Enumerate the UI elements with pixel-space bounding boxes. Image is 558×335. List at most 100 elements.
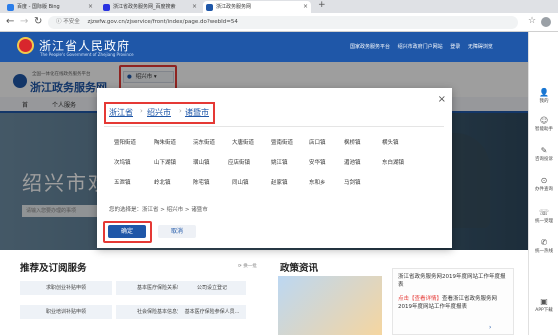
street-option[interactable]: 大唐街道 [232,138,254,146]
sidebar-item-label: 智能助手 [535,127,553,132]
confirm-button[interactable]: 确定 [108,225,146,238]
street-option[interactable]: 暨南街道 [271,138,293,146]
forward-arrow-icon[interactable]: → [20,15,28,29]
news-item[interactable]: 点击【查看详情】查看浙江省政务服务网2019年度网站工作年度报表 [398,295,510,311]
street-option[interactable]: 浣东街道 [193,138,215,146]
header-links: 国家政务服务平台 绍兴市政府门户网站 登录 无障碍浏览 [350,43,499,50]
street-option[interactable]: 五泄镇 [114,178,131,186]
tab-close-icon[interactable]: × [88,1,93,13]
news-detail-link[interactable]: 点击【查看详情】 [398,296,442,302]
profile-avatar[interactable] [541,17,551,27]
cancel-button[interactable]: 取消 [158,225,196,238]
reload-icon[interactable]: ↻ [34,15,42,29]
policy-news-image[interactable] [278,276,382,335]
lower-content: 推荐及订阅服务 ⟳ 换一批 求职创业补贴申领 基本医疗保险关系转移 公司设立登记… [0,250,528,335]
url-text: zjzwfw.gov.cn/zjservice/front/index/page… [87,19,238,25]
street-option[interactable]: 枫桥镇 [344,138,361,146]
street-option[interactable]: 横头镇 [382,138,399,146]
link-shaoxing-portal[interactable]: 绍兴市政府门户网站 [398,44,443,50]
qr-code-icon: ▣ [540,297,548,306]
street-option[interactable]: 马剑镇 [344,178,361,186]
sidebar-item-label: 统一受理 [535,219,553,224]
new-tab-button[interactable]: + [318,0,326,10]
tab-label: 浙江省政务服务网_百度搜索 [113,4,176,10]
sidebar-item-accept[interactable]: ☏ 统一受理 [529,208,558,224]
tab-close-icon[interactable]: × [192,1,197,13]
tab-label: 浙江政务服务网 [216,4,252,10]
link-accessibility[interactable]: 无障碍浏览 [468,44,493,50]
sidebar-item-complaint[interactable]: ✎ 咨询投诉 [529,146,558,162]
breadcrumb-city[interactable]: 绍兴市 [147,107,171,118]
site-header: 浙江省人民政府 The People's Government of Zheji… [0,32,528,62]
policy-section-title: 政策资讯 [280,263,319,274]
street-option[interactable]: 陶朱街道 [154,138,176,146]
street-option[interactable]: 赵家镇 [271,178,288,186]
street-option[interactable]: 璜山镇 [193,158,210,166]
tab-label: 百度 - 国际版 Bing [17,4,60,10]
selection-summary: 您的选择是：浙江省 > 绍兴市 > 诸暨市 [109,207,208,213]
breadcrumb-province[interactable]: 浙江省 [109,107,133,118]
street-option[interactable]: 同山镇 [232,178,249,186]
sidebar-item-hotline[interactable]: ✆ 统一热线 [529,238,558,254]
sidebar-item-query[interactable]: ⊙ 办件查询 [529,176,558,192]
right-sidebar: 👤 我的 ☺ 智能助手 ✎ 咨询投诉 ⊙ 办件查询 ☏ 统一受理 ✆ 统一热线 ▣ APP下载 [528,32,558,335]
link-login[interactable]: 登录 [450,44,460,50]
service-item[interactable]: 基本医疗保险参保人员... [178,305,246,319]
zjzwfw-favicon-icon [206,4,213,11]
close-icon[interactable]: × [438,95,446,105]
service-item[interactable]: 公司设立登记 [178,281,246,295]
star-icon[interactable]: ☆ [528,16,536,26]
breadcrumb-county[interactable]: 诸暨市 [185,107,209,118]
bing-favicon-icon [7,4,14,11]
baidu-favicon-icon [103,4,110,11]
sidebar-item-label: 咨询投诉 [535,157,553,162]
breadcrumb-separator: › [179,107,182,115]
browser-tab-bing[interactable]: 百度 - 国际版 Bing × [4,1,96,13]
street-option[interactable]: 东和乡 [309,178,326,186]
street-option[interactable]: 应店街镇 [228,158,250,166]
sidebar-item-assistant[interactable]: ☺ 智能助手 [529,116,558,132]
street-option[interactable]: 岭北镇 [154,178,171,186]
link-national-platform[interactable]: 国家政务服务平台 [350,44,390,50]
sidebar-item-label: 统一热线 [535,249,553,254]
street-option[interactable]: 湄池镇 [344,158,361,166]
street-option[interactable]: 东白湖镇 [382,158,404,166]
sidebar-item-label: 我的 [539,99,549,104]
search-icon: ⊙ [540,176,548,185]
sidebar-item-mine[interactable]: 👤 我的 [529,88,558,104]
site-subtitle: The People's Government of Zhejiang Prov… [40,52,134,57]
security-indicator[interactable]: ⓘ 不安全 [56,19,80,25]
back-arrow-icon[interactable]: ← [6,15,14,29]
street-option[interactable]: 安华镇 [309,158,326,166]
sidebar-item-label: APP下载 [535,308,553,313]
browser-tab-bar: 百度 - 国际版 Bing × 浙江省政务服务网_百度搜索 × 浙江政务服务网 … [0,0,558,13]
browser-tab-zjzwfw[interactable]: 浙江政务服务网 × [203,1,311,13]
sidebar-item-app[interactable]: ▣ APP下载 [529,297,558,313]
national-emblem-icon [17,37,34,54]
services-section-title: 推荐及订阅服务 [20,263,87,274]
news-next-arrow-icon[interactable]: › [489,324,491,331]
street-option[interactable]: 暨阳街道 [114,138,136,146]
street-option[interactable]: 陈宅镇 [193,178,210,186]
breadcrumb-divider [104,126,444,127]
user-icon: 👤 [539,88,549,97]
browser-tab-baidu[interactable]: 浙江省政务服务网_百度搜索 × [100,1,200,13]
hotline-icon: ✆ [540,238,548,247]
browser-address-bar: ← → ↻ ⓘ 不安全 zjzwfw.gov.cn/zjservice/fron… [0,13,558,32]
assistant-icon: ☺ [539,116,549,125]
region-select-modal: × 浙江省 › 绍兴市 › 诸暨市 暨阳街道 陶朱街道 浣东街道 大唐街道 暨南… [97,88,452,248]
street-option[interactable]: 次坞镇 [114,158,131,166]
service-item[interactable]: 职业培训补贴申领 [20,305,112,319]
edit-icon: ✎ [540,146,548,155]
refresh-services-link[interactable]: ⟳ 换一批 [238,263,257,269]
breadcrumb-separator: › [140,107,143,115]
sidebar-item-label: 办件查询 [535,187,553,192]
street-option[interactable]: 山下湖镇 [154,158,176,166]
tab-close-icon[interactable]: × [303,1,308,13]
street-option[interactable]: 店口镇 [309,138,326,146]
news-item[interactable]: 浙江省政务服务网2019年度网站工作年度报表 [398,273,510,289]
street-option[interactable]: 姚江镇 [271,158,288,166]
news-box: 浙江省政务服务网2019年度网站工作年度报表 点击【查看详情】查看浙江省政务服务… [392,268,514,335]
service-item[interactable]: 求职创业补贴申领 [20,281,112,295]
url-input[interactable]: ⓘ 不安全 zjzwfw.gov.cn/zjservice/front/inde… [48,16,518,29]
